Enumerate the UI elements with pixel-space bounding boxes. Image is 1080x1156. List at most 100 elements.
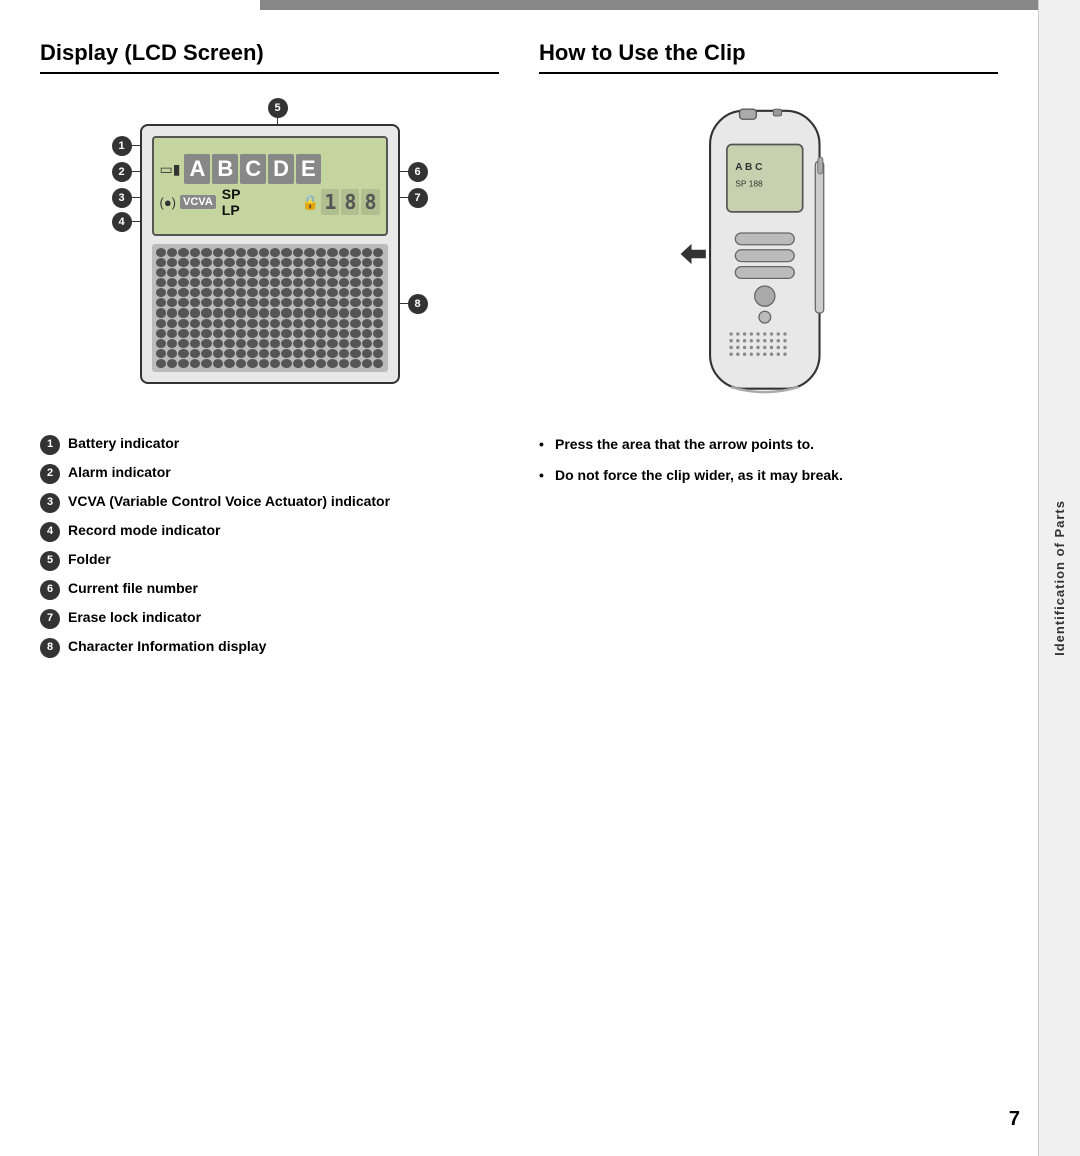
grille-dot	[270, 319, 280, 328]
lcd-row1: ▭▮ A B C D E	[160, 154, 380, 184]
callout-2: 2	[112, 162, 132, 182]
grille-dot	[373, 349, 383, 358]
grille-dot	[213, 248, 223, 257]
grille-dot	[316, 359, 326, 368]
grille-dot	[316, 298, 326, 307]
grille-dot	[201, 288, 211, 297]
grille-dot	[224, 298, 234, 307]
grille-dot	[259, 278, 269, 287]
grille-dot	[293, 329, 303, 338]
grille-dot	[293, 349, 303, 358]
grille-dot	[350, 278, 360, 287]
grille-dot	[167, 288, 177, 297]
grille-dot	[259, 298, 269, 307]
grille-dot	[201, 248, 211, 257]
grille-dot	[247, 339, 257, 348]
grille-dot	[201, 349, 211, 358]
grille-dot	[178, 288, 188, 297]
grille-dot	[190, 278, 200, 287]
grille-dot	[281, 298, 291, 307]
grille-dot	[339, 268, 349, 277]
callout-8: 8	[408, 294, 428, 314]
grille-dot	[362, 359, 372, 368]
grille-dot	[373, 288, 383, 297]
grille-dot	[247, 329, 257, 338]
grille-dot	[316, 278, 326, 287]
grille-dot	[190, 248, 200, 257]
grille-dot	[304, 298, 314, 307]
grille-dot	[201, 339, 211, 348]
grille-dot	[236, 258, 246, 267]
grille-dot	[224, 248, 234, 257]
right-sidebar: Identification of Parts	[1038, 0, 1080, 1156]
grille-dot	[259, 329, 269, 338]
grille-dot	[236, 268, 246, 277]
grille-dot	[362, 329, 372, 338]
grille-dot	[362, 268, 372, 277]
label-num-7: 7	[40, 609, 60, 629]
grille-dot	[293, 298, 303, 307]
grille-dot	[270, 278, 280, 287]
grille-dot	[201, 278, 211, 287]
grille-dot	[373, 248, 383, 257]
grille-dot	[327, 329, 337, 338]
callout-7-line	[400, 197, 408, 198]
grille-dot	[213, 288, 223, 297]
grille-dot	[236, 359, 246, 368]
grille-dot	[190, 258, 200, 267]
grille-dot	[156, 319, 166, 328]
grille-dot	[167, 339, 177, 348]
grille-dot	[224, 278, 234, 287]
grille-dot	[270, 308, 280, 317]
grille-dot	[259, 258, 269, 267]
svg-text:SP 188: SP 188	[735, 179, 763, 189]
label-text-6: Current file number	[68, 579, 499, 599]
grille-dot	[247, 308, 257, 317]
grille-dot	[178, 329, 188, 338]
grille-dot	[281, 248, 291, 257]
grille-dot	[281, 319, 291, 328]
grille-dot	[350, 339, 360, 348]
grille-dot	[236, 308, 246, 317]
grille-dot	[327, 339, 337, 348]
grille-dot	[224, 349, 234, 358]
grille-dot	[350, 349, 360, 358]
right-section-title: How to Use the Clip	[539, 40, 998, 74]
grille-dot	[247, 288, 257, 297]
lcd-screen: ▭▮ A B C D E (●)	[152, 136, 388, 236]
label-item-2: 2 Alarm indicator	[40, 463, 499, 484]
grille-dot	[247, 298, 257, 307]
label-item-3: 3 VCVA (Variable Control Voice Actuator)…	[40, 492, 499, 513]
two-column-layout: Display (LCD Screen) 5 ▭▮	[40, 20, 998, 666]
grille-dot	[327, 359, 337, 368]
grille-dot	[316, 258, 326, 267]
grille-dot	[293, 319, 303, 328]
grille-dot	[236, 329, 246, 338]
grille-dot	[190, 349, 200, 358]
grille-dot	[362, 308, 372, 317]
grille-dot	[339, 319, 349, 328]
grille-dot	[362, 339, 372, 348]
grille-dot	[178, 248, 188, 257]
grille-dot	[156, 339, 166, 348]
grille-dot	[281, 268, 291, 277]
label-num-6: 6	[40, 580, 60, 600]
grille-dot	[270, 258, 280, 267]
bullet-item-2: Do not force the clip wider, as it may b…	[539, 465, 998, 486]
grille-dot	[350, 298, 360, 307]
label-num-3: 3	[40, 493, 60, 513]
grille-dot	[373, 298, 383, 307]
grille-dot	[270, 248, 280, 257]
lcd-digit-1: 1	[321, 189, 339, 215]
grille-dot	[259, 268, 269, 277]
grille-dot	[270, 329, 280, 338]
grille-dot	[156, 288, 166, 297]
folder-a: A	[184, 154, 210, 184]
callout-2-line	[132, 171, 140, 172]
grille-dot	[259, 359, 269, 368]
label-item-8: 8 Character Information display	[40, 637, 499, 658]
grille-dot	[167, 308, 177, 317]
grille-dot	[350, 258, 360, 267]
grille-dot	[213, 349, 223, 358]
grille-dot	[213, 308, 223, 317]
